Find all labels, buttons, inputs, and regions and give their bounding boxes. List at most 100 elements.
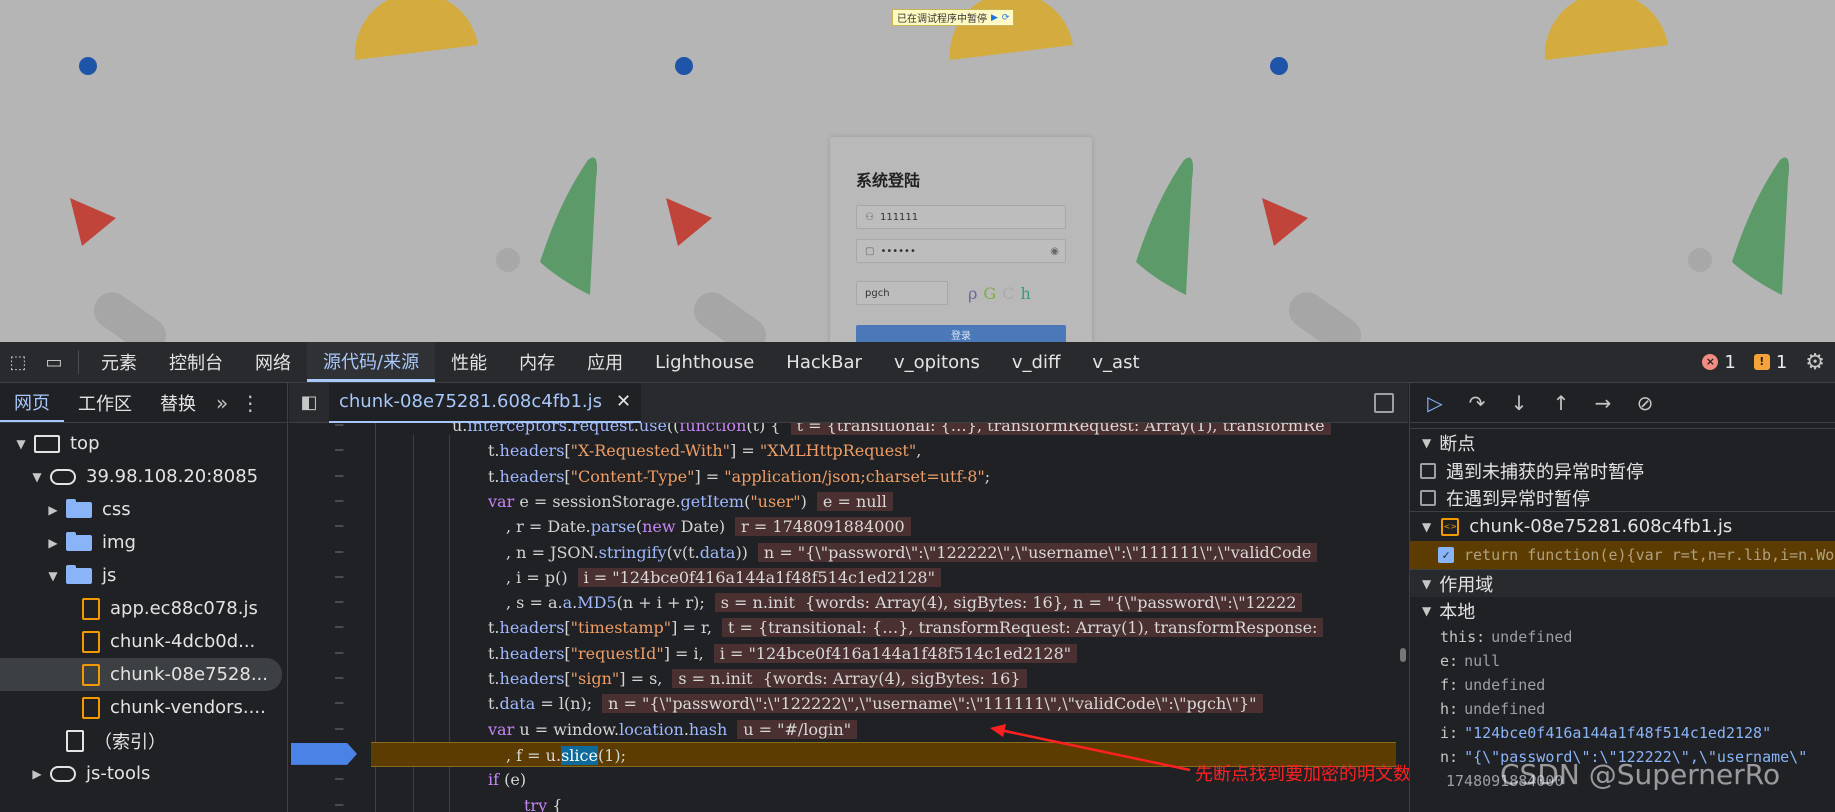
tab-5[interactable]: 性能 <box>435 342 503 382</box>
toolbar-divider <box>78 350 79 374</box>
step-over-icon[interactable]: ↷ <box>1466 391 1488 415</box>
tab-7[interactable]: 应用 <box>571 342 639 382</box>
code-line[interactable]: t.headers["timestamp"] = r, t = {transiti… <box>289 615 1396 640</box>
tab-1[interactable]: 元素 <box>85 342 153 382</box>
settings-gear-icon[interactable]: ⚙ <box>1805 350 1825 375</box>
breakpoint-marker[interactable] <box>291 742 357 765</box>
tab-11[interactable]: v_diff <box>996 342 1076 382</box>
code-line[interactable]: var e = sessionStorage.getItem("user") e … <box>289 489 1396 514</box>
tree-item[interactable]: chunk-vendors.... <box>0 691 287 724</box>
tab-workspace[interactable]: 工作区 <box>64 383 146 422</box>
chevron-icon[interactable]: ▶ <box>46 503 60 517</box>
tree-item-label: 39.98.108.20:8085 <box>86 466 259 487</box>
step-out-icon[interactable]: ↑ <box>1550 391 1572 415</box>
chevron-icon[interactable]: ▶ <box>30 767 44 781</box>
editor-scrollbar[interactable] <box>1400 648 1406 662</box>
close-icon[interactable]: ✕ <box>616 391 631 412</box>
captcha-field[interactable]: pgch <box>856 281 948 305</box>
pause-caught-exceptions[interactable]: 在遇到异常时暂停 <box>1410 484 1835 511</box>
tab-10[interactable]: v_opitons <box>878 342 996 382</box>
tab-2[interactable]: 控制台 <box>153 342 239 382</box>
tab-page[interactable]: 网页 <box>0 383 64 422</box>
tab-3[interactable]: 网络 <box>239 342 307 382</box>
code-line[interactable]: t.data = l(n); n = "{\"password\":\"12222… <box>289 691 1396 716</box>
green-leaf-shape <box>540 157 597 295</box>
code-line[interactable]: , s = a.a.MD5(n + i + r); s = n.init {wor… <box>289 590 1396 615</box>
scope-variable[interactable]: this: undefined <box>1410 625 1835 649</box>
step-icon[interactable]: → <box>1592 391 1614 415</box>
tree-item[interactable]: ▶ js-tools <box>0 757 287 790</box>
checked-checkbox-icon[interactable]: ✓ <box>1438 547 1454 563</box>
tree-item-label: css <box>102 499 131 520</box>
step-into-icon[interactable]: ↓ <box>1508 391 1530 415</box>
login-button[interactable]: 登录 <box>856 325 1066 342</box>
scope-variable[interactable]: i: "124bce0f416a144a1f48f514c1ed2128" <box>1410 721 1835 745</box>
chevron-icon[interactable]: ▶ <box>46 536 60 550</box>
toggle-navigator-icon[interactable]: ◧ <box>289 392 329 413</box>
chevron-icon[interactable]: ▼ <box>30 470 44 484</box>
tree-item[interactable]: ▼ js <box>0 559 287 592</box>
more-tabs-icon[interactable]: » <box>210 383 234 422</box>
scope-header[interactable]: ▼ 作用域 <box>1410 569 1835 597</box>
warning-counter[interactable]: ! 1 <box>1753 352 1787 373</box>
code-line[interactable]: t.headers["sign"] = s, s = n.init {words:… <box>289 666 1396 691</box>
pause-uncaught-exceptions[interactable]: 遇到未捕获的异常时暂停 <box>1410 457 1835 484</box>
code-token: , f = u. <box>506 745 562 765</box>
tab-6[interactable]: 内存 <box>503 342 571 382</box>
inspect-element-icon[interactable]: ⬚ <box>0 342 36 382</box>
banner-step-over-icon[interactable]: ⟳ <box>1002 13 1010 23</box>
tab-12[interactable]: v_ast <box>1076 342 1155 382</box>
tree-item[interactable]: （索引） <box>0 724 287 757</box>
local-scope-header[interactable]: ▼ 本地 <box>1410 597 1835 625</box>
tree-item[interactable]: chunk-08e7528... <box>0 658 282 691</box>
code-line[interactable]: t.headers["Content-Type"] = "application… <box>289 464 1396 489</box>
code-line[interactable]: t.headers["X-Requested-With"] = "XMLHttp… <box>289 438 1396 463</box>
tab-overrides[interactable]: 替换 <box>146 383 210 422</box>
code-token: "user" <box>750 491 801 511</box>
breakpoint-file[interactable]: ▼ <> chunk-08e75281.608c4fb1.js <box>1410 511 1835 541</box>
scope-value: undefined <box>1464 676 1546 694</box>
code-line[interactable]: u.interceptors.request.use((function(t) … <box>289 423 1396 438</box>
breakpoint-entry[interactable]: ✓ return function(e){var r=t,n=r.lib,i=n… <box>1410 541 1835 569</box>
password-field[interactable]: ▢ •••••• ◉ <box>856 239 1066 263</box>
editor-file-tab[interactable]: chunk-08e75281.608c4fb1.js ✕ <box>329 382 642 423</box>
tab-4[interactable]: 源代码/来源 <box>307 342 436 382</box>
scope-variable[interactable]: e: null <box>1410 649 1835 673</box>
error-counter[interactable]: × 1 <box>1702 352 1736 373</box>
device-toolbar-icon[interactable]: ▭ <box>36 342 72 382</box>
tree-item[interactable]: ▶ img <box>0 526 287 559</box>
resume-icon[interactable]: ▷ <box>1424 391 1446 415</box>
code-token: headers <box>499 643 565 663</box>
tab-8[interactable]: Lighthouse <box>639 342 770 382</box>
tab-9[interactable]: HackBar <box>770 342 878 382</box>
checkbox-icon[interactable] <box>1420 489 1436 506</box>
checkbox-icon[interactable] <box>1420 462 1436 479</box>
tree-item[interactable]: ▼ top <box>0 427 287 460</box>
code-line[interactable]: var u = window.location.hash u = "#/login… <box>289 717 1396 742</box>
username-field[interactable]: ⚇ 111111 <box>856 205 1066 229</box>
code-line[interactable]: t.headers["requestId"] = i, i = "124bce0f… <box>289 641 1396 666</box>
code-line[interactable]: try { <box>289 793 1396 812</box>
captcha-image[interactable]: ρGCh <box>968 281 1038 305</box>
eye-icon[interactable]: ◉ <box>1050 246 1059 257</box>
code-token: ] = <box>730 441 760 461</box>
toggle-debugger-icon[interactable] <box>1374 393 1394 413</box>
code-token: , s = a. <box>506 593 563 613</box>
code-line[interactable]: , n = JSON.stringify(v(t.data)) n = "{\"p… <box>289 540 1396 565</box>
chevron-icon[interactable]: ▼ <box>46 569 60 583</box>
code-area[interactable]: –––––––––––––––– u.interceptors.request.… <box>289 423 1408 812</box>
code-line[interactable]: , i = p() i = "124bce0f416a144a1f48f514c1… <box>289 565 1396 590</box>
tree-item[interactable]: ▶ css <box>0 493 287 526</box>
code-token: , r = Date. <box>506 517 591 537</box>
scope-variable[interactable]: h: undefined <box>1410 697 1835 721</box>
tree-item[interactable]: ▼ 39.98.108.20:8085 <box>0 460 287 493</box>
deactivate-breakpoints-icon[interactable]: ⊘ <box>1634 391 1656 415</box>
code-line[interactable]: , r = Date.parse(new Date) r = 1748091884… <box>289 514 1396 539</box>
tree-item[interactable]: app.ec88c078.js <box>0 592 287 625</box>
breakpoints-header[interactable]: ▼ 断点 <box>1410 429 1835 457</box>
chevron-icon[interactable]: ▼ <box>14 437 28 451</box>
kebab-menu-icon[interactable]: ⋮ <box>234 383 266 422</box>
banner-resume-icon[interactable]: ▶ <box>991 13 998 23</box>
tree-item[interactable]: chunk-4dcb0d... <box>0 625 287 658</box>
scope-variable[interactable]: f: undefined <box>1410 673 1835 697</box>
